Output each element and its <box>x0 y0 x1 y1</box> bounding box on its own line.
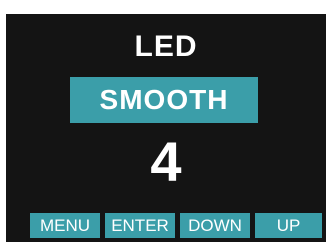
screen-title: LED <box>134 30 198 63</box>
value-readout: 4 <box>150 130 182 193</box>
enter-button[interactable]: ENTER <box>105 213 175 238</box>
display-screen: LED SMOOTH 4 MENU ENTER DOWN UP <box>6 14 326 242</box>
mode-label: SMOOTH <box>99 84 229 115</box>
up-button[interactable]: UP <box>255 213 322 238</box>
menu-button[interactable]: MENU <box>30 213 100 238</box>
down-button[interactable]: DOWN <box>180 213 250 238</box>
mode-highlight: SMOOTH <box>70 77 258 123</box>
softkey-bar: MENU ENTER DOWN UP <box>6 213 326 238</box>
